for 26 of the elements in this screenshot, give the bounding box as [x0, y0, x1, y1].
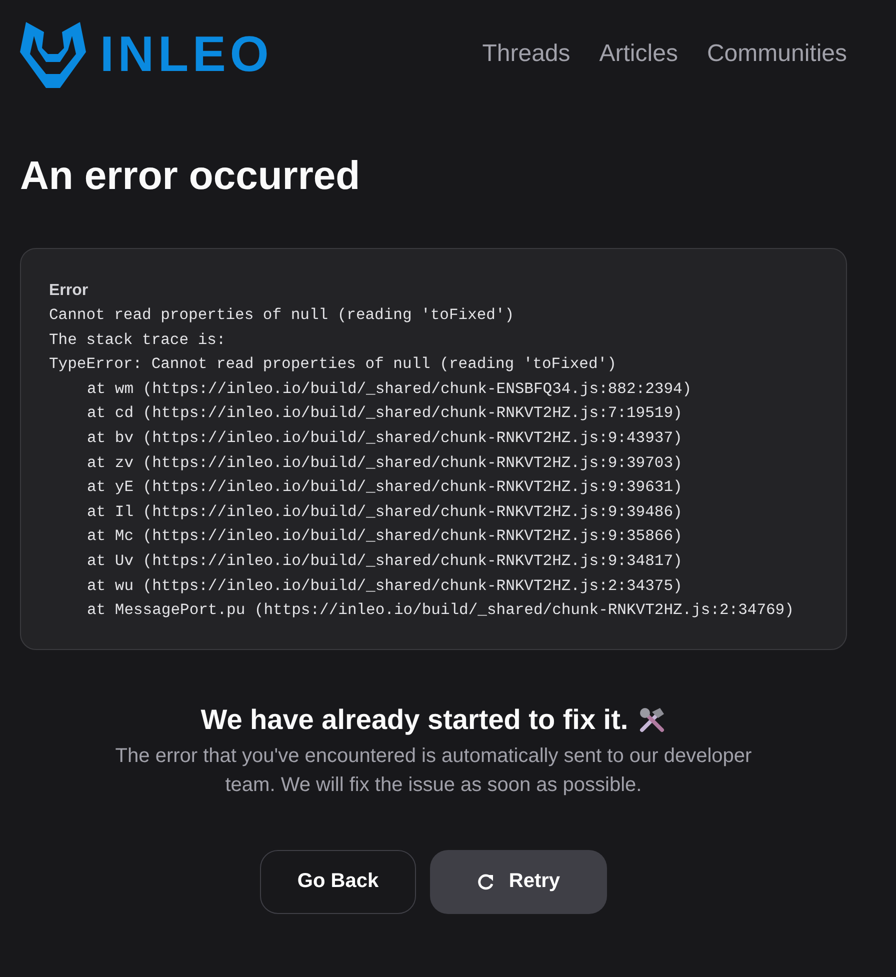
stack-frame: at Il (https://inleo.io/build/_shared/chunk-RNKVT2HZ.js:9:39486)	[49, 500, 818, 524]
go-back-button[interactable]: Go Back	[260, 850, 416, 914]
notice-text: The error that you've encountered is automatically sent to our developer team. We will fix the issue as soon as possible.	[114, 744, 753, 798]
stack-frame: at bv (https://inleo.io/build/_shared/chunk-RNKVT2HZ.js:9:43937)	[49, 426, 818, 451]
stack-frame: at Mc (https://inleo.io/build/_shared/chunk-RNKVT2HZ.js:9:35866)	[49, 524, 818, 549]
stack-frame: at wm (https://inleo.io/build/_shared/chunk-ENSBFQ34.js:882:2394)	[49, 376, 818, 402]
trace-heading: TypeError: Cannot read properties of null (reading 'toFixed')	[49, 354, 618, 376]
brand-wordmark: INLEO	[100, 29, 273, 79]
stack-frame: at yE (https://inleo.io/build/_shared/chunk-RNKVT2HZ.js:9:39631)	[49, 475, 818, 500]
stack-frame: at zv (https://inleo.io/build/_shared/chunk-RNKVT2HZ.js:9:39703)	[49, 450, 818, 476]
stack-frame: at wu (https://inleo.io/build/_shared/chunk-RNKVT2HZ.js:2:34375)	[49, 574, 818, 598]
nav-link[interactable]: Threads	[482, 40, 570, 68]
tools-icon	[638, 706, 666, 734]
nav-link[interactable]: Articles	[599, 40, 678, 68]
stack-frame: at MessagePort.pu (https://inleo.io/build/_shared/chunk-RNKVT2HZ.js:2:34769)	[49, 598, 818, 623]
stack-frame: at Uv (https://inleo.io/build/_shared/chunk-RNKVT2HZ.js:9:34817)	[49, 548, 818, 574]
lion-logo-icon	[20, 20, 86, 88]
refresh-icon	[476, 872, 495, 891]
trace-intro: The stack trace is:	[49, 330, 227, 351]
stack-frame: at cd (https://inleo.io/build/_shared/chunk-RNKVT2HZ.js:7:19519)	[49, 401, 818, 426]
retry-button[interactable]: Retry	[430, 850, 607, 914]
notice-heading: We have already started to fix it.	[200, 702, 628, 737]
error-label: Error	[49, 281, 90, 301]
nav-link[interactable]: Communities	[706, 40, 847, 68]
error-message: Cannot read properties of null (reading 'toFixed')	[49, 305, 516, 326]
page-title: An error occurred	[20, 156, 362, 196]
